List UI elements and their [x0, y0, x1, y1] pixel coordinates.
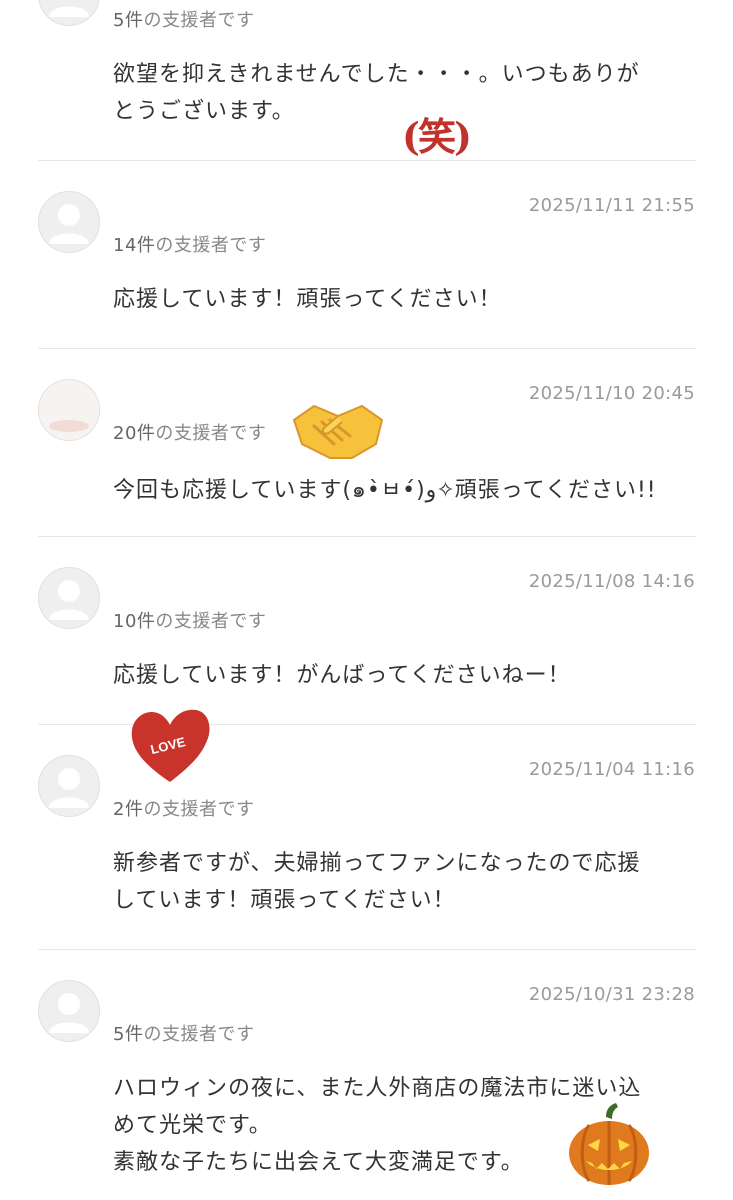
supporter-count: 5件の支援者です	[113, 1024, 255, 1045]
divider	[38, 348, 696, 349]
comment-message: 新参者ですが、夫婦揃ってファンになったので応援 しています！頑張ってください！	[113, 851, 641, 913]
avatar[interactable]	[38, 191, 100, 253]
avatar[interactable]	[38, 0, 100, 26]
divider	[38, 536, 696, 537]
jack-o-lantern-icon	[569, 1103, 649, 1185]
comment-message: 今回も応援しています(๑•̀ㅂ•́)و✧頑張ってください!!	[113, 478, 657, 503]
supporter-count: 20件の支援者です	[113, 423, 267, 444]
user-placeholder-icon	[49, 580, 89, 620]
supporter-count: 10件の支援者です	[113, 611, 267, 632]
user-placeholder-icon	[49, 204, 89, 244]
divider	[38, 160, 696, 161]
love-heart-icon: LOVE	[131, 709, 210, 782]
comment-date: 2025/11/08 14:16	[528, 571, 695, 592]
supporter-count: 14件の支援者です	[113, 235, 267, 256]
user-avatar-image	[39, 380, 99, 440]
avatar[interactable]	[38, 379, 100, 441]
avatar[interactable]	[38, 755, 100, 817]
comment-date: 2025/11/10 20:45	[528, 383, 695, 404]
avatar[interactable]	[38, 980, 100, 1042]
comment-message: 応援しています！がんばってくださいねー！	[113, 663, 571, 688]
handshake-icon	[292, 404, 384, 459]
user-placeholder-icon	[49, 6, 89, 17]
supporter-count: 2件の支援者です	[113, 799, 255, 820]
comment-date: 2025/11/11 21:55	[528, 195, 695, 216]
user-placeholder-icon	[49, 768, 89, 808]
divider	[38, 949, 696, 950]
supporter-count: 5件の支援者です	[113, 10, 255, 31]
warai-sticker: (笑)	[402, 114, 472, 159]
comment-date: 2025/11/04 11:16	[528, 759, 695, 780]
comment-message: 応援しています！頑張ってください！	[113, 287, 502, 312]
comment-date: 2025/10/31 23:28	[528, 984, 695, 1005]
user-placeholder-icon	[49, 993, 89, 1033]
avatar[interactable]	[38, 567, 100, 629]
